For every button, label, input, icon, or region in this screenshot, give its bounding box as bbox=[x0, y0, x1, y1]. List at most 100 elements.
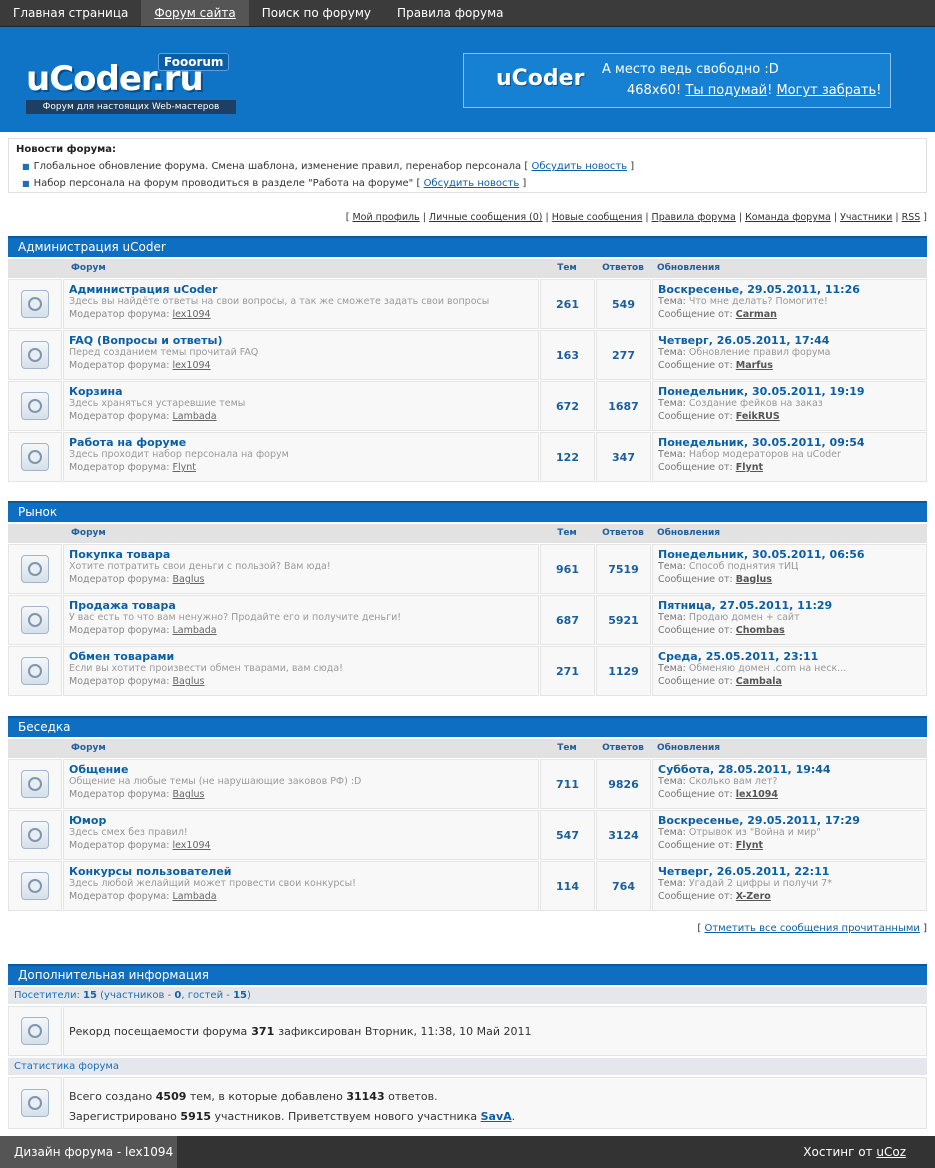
moderator-label: Модератор форума: bbox=[69, 411, 170, 422]
forum-name-link[interactable]: Обмен товарами bbox=[69, 650, 533, 663]
author-label: Сообщение от: bbox=[658, 839, 733, 851]
site-logo[interactable]: uCoder.ru Fooorum Форум для настоящих We… bbox=[26, 53, 236, 115]
last-author-link[interactable]: Baglus bbox=[736, 574, 772, 585]
last-update: Понедельник, 30.05.2011, 09:54 Тема: Наб… bbox=[652, 432, 927, 482]
last-topic-title[interactable]: Что мне делать? Помогите! bbox=[689, 296, 828, 307]
forum-name-link[interactable]: Корзина bbox=[69, 385, 533, 398]
forum-icon-cell bbox=[8, 595, 62, 645]
last-topic-title[interactable]: Создание фейков на заказ bbox=[689, 398, 823, 409]
news-discuss-link[interactable]: Обсудить новость bbox=[424, 178, 520, 189]
last-update-date[interactable]: Суббота, 28.05.2011, 19:44 bbox=[658, 763, 921, 776]
moderator-link[interactable]: Baglus bbox=[172, 789, 204, 800]
banner-link-grab[interactable]: Могут забрать bbox=[776, 83, 876, 98]
moderator-link[interactable]: lex1094 bbox=[172, 840, 210, 851]
news-discuss-link[interactable]: Обсудить новость bbox=[531, 161, 627, 172]
last-update-date[interactable]: Понедельник, 30.05.2011, 09:54 bbox=[658, 436, 921, 449]
last-topic-title[interactable]: Обновление правил форума bbox=[689, 347, 831, 358]
link-members[interactable]: Участники bbox=[840, 212, 892, 223]
category-title[interactable]: Администрация uCoder bbox=[8, 236, 927, 257]
moderator-link[interactable]: Lambada bbox=[172, 891, 216, 902]
replies-count: 9826 bbox=[596, 759, 651, 809]
nav-rules[interactable]: Правила форума bbox=[384, 0, 516, 26]
footer-ucoz-link[interactable]: uCoz bbox=[876, 1145, 906, 1159]
nav-forum[interactable]: Форум сайта bbox=[141, 0, 249, 26]
forum-info: Администрация uCoder Здесь вы найдёте от… bbox=[63, 279, 539, 329]
stats-l2-prefix: Зарегистрировано bbox=[69, 1110, 177, 1123]
last-update: Четверг, 26.05.2011, 17:44 Тема: Обновле… bbox=[652, 330, 927, 380]
moderator-link[interactable]: Lambada bbox=[172, 411, 216, 422]
last-update-date[interactable]: Понедельник, 30.05.2011, 19:19 bbox=[658, 385, 921, 398]
last-topic-title[interactable]: Сколько вам лет? bbox=[689, 776, 778, 787]
forum-name-link[interactable]: Конкурсы пользователей bbox=[69, 865, 533, 878]
moderator-link[interactable]: Baglus bbox=[172, 574, 204, 585]
moderator-label: Модератор форума: bbox=[69, 891, 170, 902]
nav-search[interactable]: Поиск по форуму bbox=[249, 0, 384, 26]
moderator-link[interactable]: Baglus bbox=[172, 676, 204, 687]
banner-link-think[interactable]: Ты подумай bbox=[685, 83, 767, 98]
forum-category: Администрация uCoder Форум Тем Ответов О… bbox=[8, 236, 927, 482]
last-author-link[interactable]: Marfus bbox=[736, 360, 773, 371]
category-title[interactable]: Рынок bbox=[8, 501, 927, 522]
last-update: Четверг, 26.05.2011, 22:11 Тема: Угадай … bbox=[652, 861, 927, 911]
forum-row: Юмор Здесь смех без правил! Модератор фо… bbox=[8, 810, 927, 860]
replies-count: 764 bbox=[596, 861, 651, 911]
col-forum: Форум bbox=[71, 263, 106, 273]
stats-replies: 31143 bbox=[346, 1090, 385, 1103]
news-item: ■ Глобальное обновление форума. Смена шаб… bbox=[22, 161, 635, 172]
news-text: Набор персонала на форум проводиться в р… bbox=[33, 178, 414, 189]
last-topic-title[interactable]: Угадай 2 цифры и получи 7* bbox=[689, 878, 832, 889]
last-author-link[interactable]: X-Zero bbox=[736, 891, 771, 902]
link-forum-team[interactable]: Команда форума bbox=[745, 212, 831, 223]
last-topic-title[interactable]: Продаю домен + сайт bbox=[689, 612, 800, 623]
stats-l2-suffix: . bbox=[511, 1110, 516, 1123]
last-topic-title[interactable]: Отрывок из "Война и мир" bbox=[689, 827, 821, 838]
last-update-date[interactable]: Воскресенье, 29.05.2011, 11:26 bbox=[658, 283, 921, 296]
forum-name-link[interactable]: FAQ (Вопросы и ответы) bbox=[69, 334, 533, 347]
nav-home[interactable]: Главная страница bbox=[0, 0, 141, 26]
forum-icon-cell bbox=[8, 432, 62, 482]
forum-name-link[interactable]: Покупка товара bbox=[69, 548, 533, 561]
link-forum-rules[interactable]: Правила форума bbox=[652, 212, 736, 223]
last-topic-title[interactable]: Способ поднятия тИЦ bbox=[689, 561, 799, 572]
ad-banner[interactable]: uCoder А место ведь свободно :D 468x60! … bbox=[463, 53, 891, 108]
last-update-date[interactable]: Понедельник, 30.05.2011, 06:56 bbox=[658, 548, 921, 561]
last-author-link[interactable]: Flynt bbox=[736, 462, 763, 473]
forum-name-link[interactable]: Юмор bbox=[69, 814, 533, 827]
new-user-link[interactable]: SavA bbox=[481, 1110, 512, 1123]
last-topic-title[interactable]: Набор модераторов на uCoder bbox=[689, 449, 841, 460]
link-new-messages[interactable]: Новые сообщения bbox=[552, 212, 643, 223]
topics-count: 122 bbox=[540, 432, 595, 482]
link-my-profile[interactable]: Мой профиль bbox=[352, 212, 419, 223]
forum-moderator: Модератор форума: Baglus bbox=[69, 675, 533, 688]
forum-name-link[interactable]: Работа на форуме bbox=[69, 436, 533, 449]
last-topic-title[interactable]: Обменяю домен .com на неск... bbox=[689, 663, 846, 674]
last-update-date[interactable]: Среда, 25.05.2011, 23:11 bbox=[658, 650, 921, 663]
category-title[interactable]: Беседка bbox=[8, 716, 927, 737]
last-update-date[interactable]: Воскресенье, 29.05.2011, 17:29 bbox=[658, 814, 921, 827]
forum-status-icon bbox=[21, 555, 49, 583]
last-update-date[interactable]: Четверг, 26.05.2011, 22:11 bbox=[658, 865, 921, 878]
moderator-label: Модератор форума: bbox=[69, 309, 170, 320]
link-rss[interactable]: RSS bbox=[902, 212, 921, 223]
moderator-link[interactable]: Flynt bbox=[172, 462, 195, 473]
last-update-date[interactable]: Четверг, 26.05.2011, 17:44 bbox=[658, 334, 921, 347]
last-update-date[interactable]: Пятница, 27.05.2011, 11:29 bbox=[658, 599, 921, 612]
forum-description: Здесь смех без правил! bbox=[69, 827, 188, 838]
logo-tagline: Форум для настоящих Web-мастеров bbox=[26, 100, 236, 114]
last-author-link[interactable]: Carman bbox=[736, 309, 777, 320]
last-author-link[interactable]: Cambala bbox=[736, 676, 782, 687]
last-author-link[interactable]: Chombas bbox=[736, 625, 785, 636]
last-author-link[interactable]: FeikRUS bbox=[736, 411, 780, 422]
moderator-link[interactable]: lex1094 bbox=[172, 309, 210, 320]
last-author-link[interactable]: Flynt bbox=[736, 840, 763, 851]
last-author-link[interactable]: lex1094 bbox=[736, 789, 778, 800]
mark-all-read-link[interactable]: Отметить все сообщения прочитанными bbox=[704, 923, 919, 934]
topics-count: 711 bbox=[540, 759, 595, 809]
moderator-link[interactable]: Lambada bbox=[172, 625, 216, 636]
link-private-messages[interactable]: Личные сообщения (0) bbox=[429, 212, 543, 223]
forum-name-link[interactable]: Общение bbox=[69, 763, 533, 776]
moderator-link[interactable]: lex1094 bbox=[172, 360, 210, 371]
topics-count: 114 bbox=[540, 861, 595, 911]
forum-name-link[interactable]: Администрация uCoder bbox=[69, 283, 533, 296]
forum-name-link[interactable]: Продажа товара bbox=[69, 599, 533, 612]
